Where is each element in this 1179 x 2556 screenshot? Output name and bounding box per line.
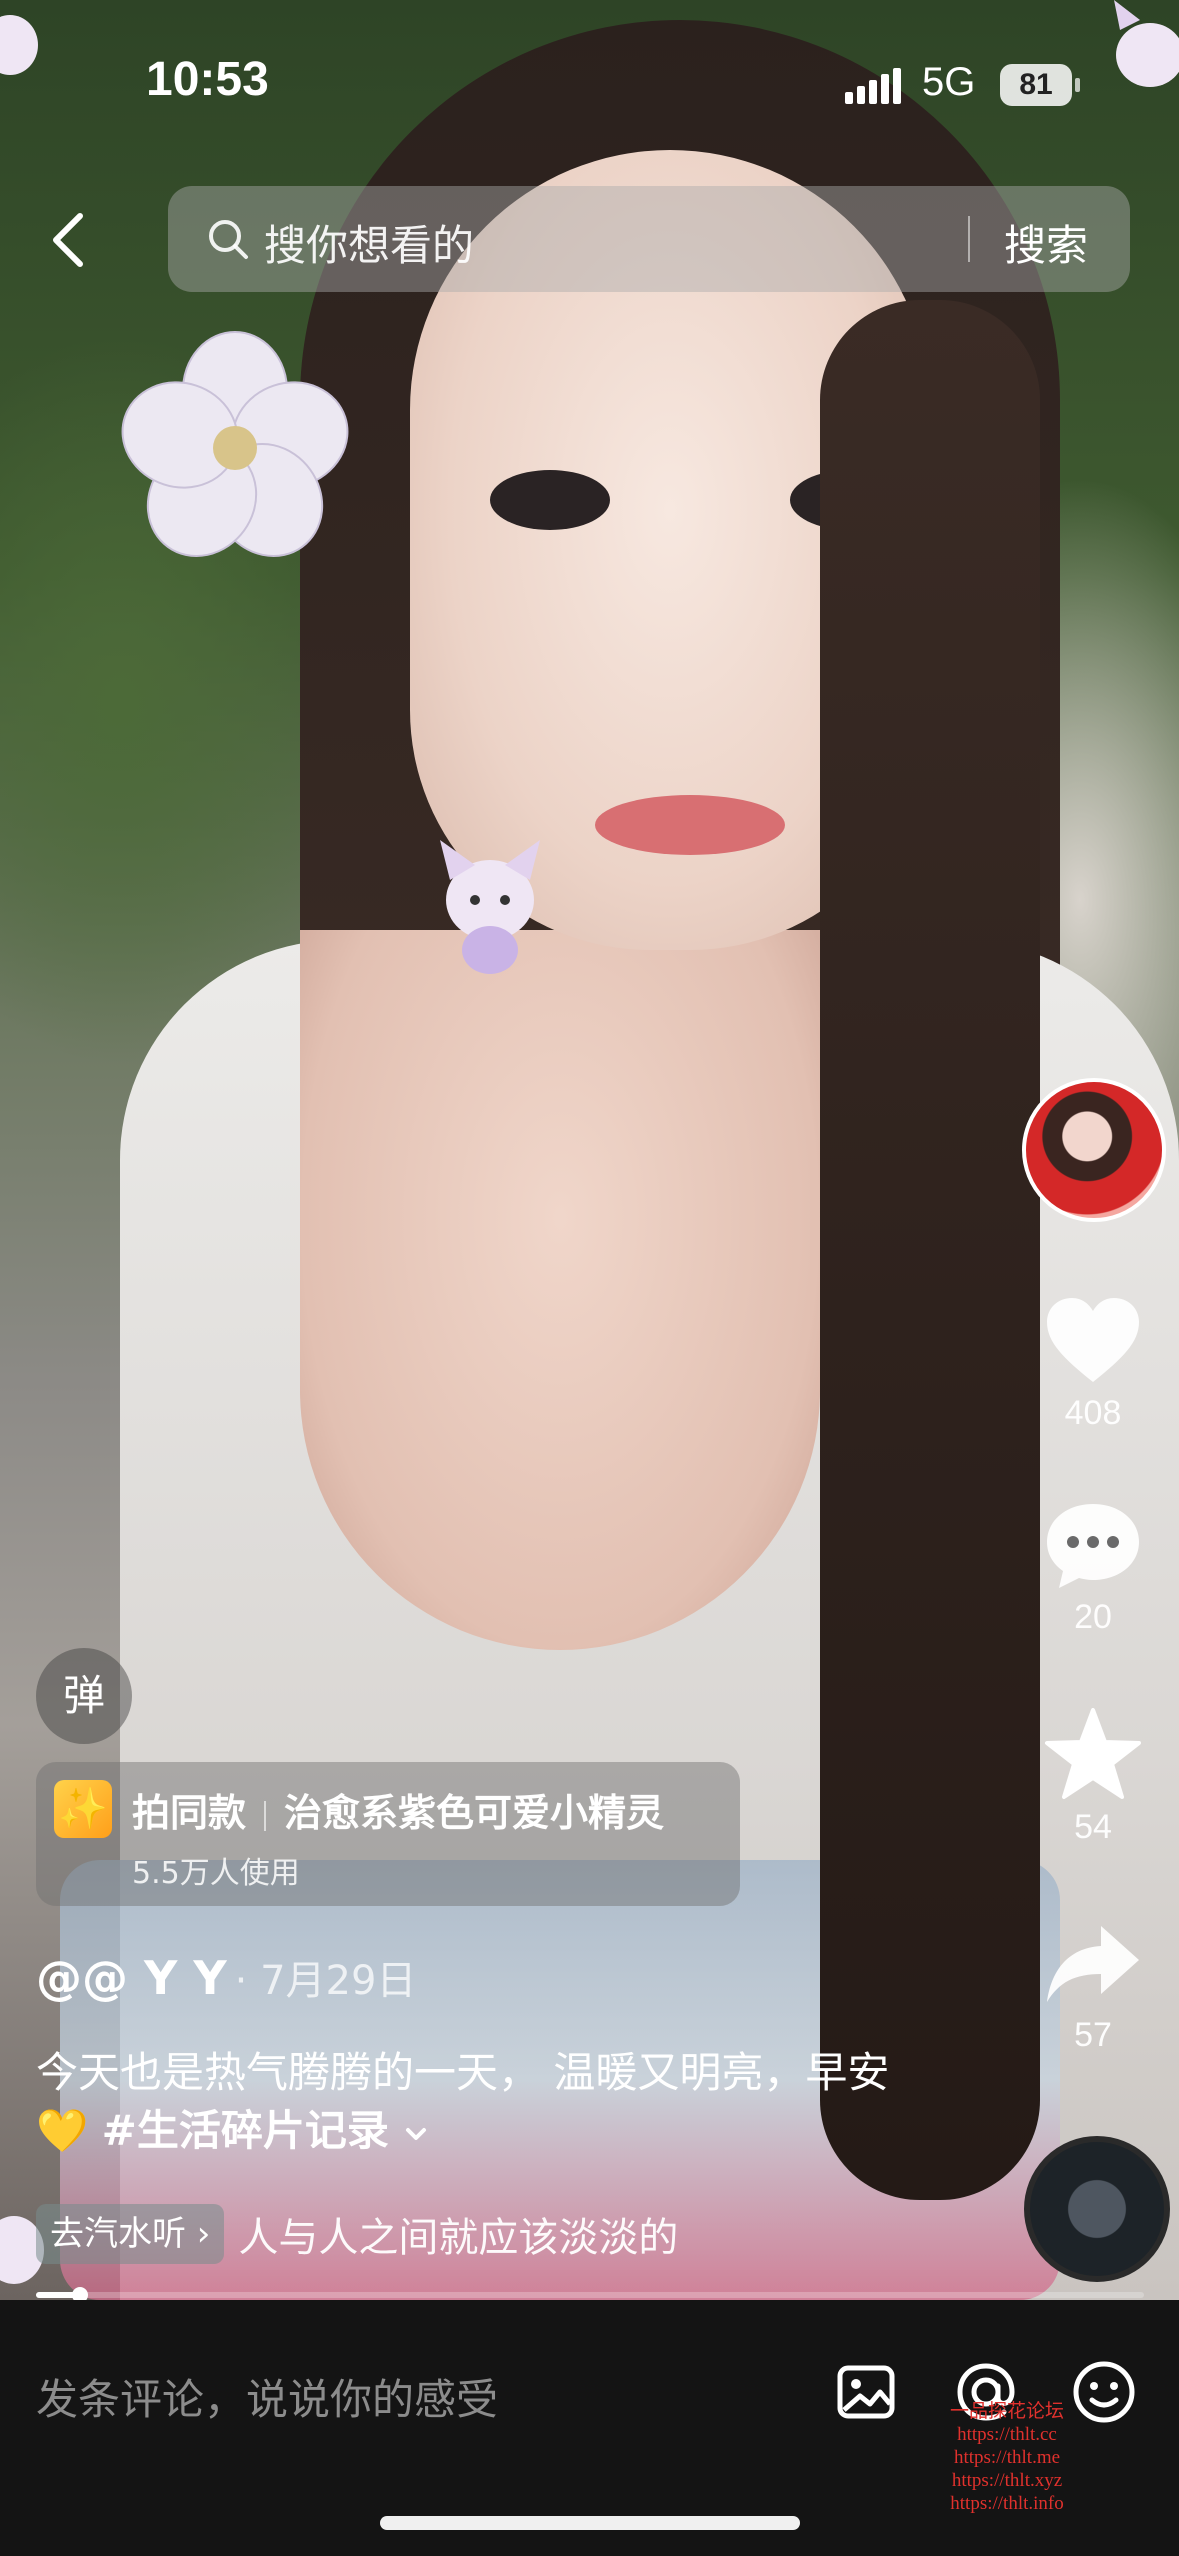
music-disc[interactable] <box>1024 2136 1170 2282</box>
effect-uses: 5.5万人使用 <box>132 1856 300 1891</box>
effect-title: 拍同款 治愈系紫色可爱小精灵 <box>132 1782 664 1837</box>
author-line: @@ Y Y · 7月29日 <box>36 1948 416 2006</box>
video-hair-front <box>820 300 1040 2200</box>
search-bar[interactable]: 搜你想看的 搜索 <box>168 186 1130 292</box>
open-in-qishui-button[interactable]: 去汽水听 › <box>36 2204 225 2264</box>
post-date: · 7月29日 <box>234 1958 417 2004</box>
video-progress-bar[interactable] <box>36 2287 1144 2303</box>
search-icon <box>209 220 248 259</box>
search-button[interactable]: 搜索 <box>1004 212 1088 273</box>
sprite-sticker-icon <box>440 840 540 974</box>
like-button[interactable]: 408 <box>1038 1296 1148 1433</box>
favorite-button[interactable]: 54 <box>1038 1708 1148 1847</box>
flower-sticker-icon <box>121 331 349 557</box>
video-neckline <box>300 930 820 1650</box>
signal-icon <box>845 68 901 104</box>
watermark-line: https://thlt.cc <box>957 2424 1057 2445</box>
effect-card[interactable]: ✨ 拍同款 治愈系紫色可爱小精灵 5.5万人使用 <box>36 1762 740 1906</box>
comment-bar: 发条评论，说说你的感受 一品探花论坛 https://thlt.cc https… <box>0 2300 1179 2556</box>
watermark-line: https://thlt.info <box>950 2493 1064 2514</box>
effect-separator <box>264 1800 267 1831</box>
battery-indicator: 81 <box>1000 64 1080 106</box>
music-title[interactable]: 人与人之间就应该淡淡的 <box>238 2205 678 2263</box>
share-count: 57 <box>1074 2016 1112 2054</box>
comment-button[interactable]: 20 <box>1038 1500 1148 1637</box>
network-type: 5G <box>922 60 976 104</box>
search-divider <box>968 216 970 262</box>
sparkles-icon: ✨ <box>54 1780 112 1838</box>
music-row: 去汽水听 › 人与人之间就应该淡淡的 <box>36 2204 678 2268</box>
effect-name: 治愈系紫色可爱小精灵 <box>284 1791 665 1835</box>
home-indicator[interactable] <box>380 2516 800 2530</box>
back-arrow-icon[interactable] <box>44 210 94 270</box>
share-icon <box>1047 1926 1139 2002</box>
heart-icon <box>1047 1298 1139 1382</box>
video-eye-left <box>490 470 610 530</box>
favorite-count: 54 <box>1074 1808 1112 1846</box>
status-time: 10:53 <box>146 53 269 106</box>
emoji-icon[interactable] <box>1068 2356 1140 2428</box>
effect-label: 拍同款 <box>132 1791 247 1835</box>
post-caption[interactable]: 今天也是热气腾腾的一天， 温暖又明亮，早安💛 #生活碎片记录 <box>36 2044 916 2160</box>
like-count: 408 <box>1064 1394 1122 1432</box>
watermark-line: https://thlt.me <box>953 2447 1061 2468</box>
author-avatar[interactable] <box>1022 1078 1166 1222</box>
image-icon[interactable] <box>830 2356 902 2428</box>
comment-input[interactable]: 发条评论，说说你的感受 <box>36 2366 498 2427</box>
star-icon <box>1045 1708 1141 1799</box>
danmu-toggle-button[interactable]: 弹 <box>36 1648 132 1744</box>
chevron-down-icon[interactable] <box>402 2120 430 2148</box>
author-name[interactable]: @@ Y Y <box>36 1951 227 2005</box>
hashtag-link[interactable]: #生活碎片记录 <box>102 2106 389 2155</box>
watermark-line: 一品探花论坛 <box>950 2401 1065 2422</box>
video-lips <box>595 795 785 855</box>
status-bar: 10:53 5G 81 <box>0 0 1179 170</box>
share-button[interactable]: 57 <box>1038 1918 1148 2055</box>
watermark-line: https://thlt.xyz <box>951 2470 1063 2491</box>
comment-count: 20 <box>1074 1598 1112 1636</box>
comment-icon <box>1047 1504 1139 1588</box>
search-input[interactable]: 搜你想看的 <box>264 212 474 273</box>
watermark: 一品探花论坛 https://thlt.cc https://thlt.me h… <box>950 2400 1064 2515</box>
